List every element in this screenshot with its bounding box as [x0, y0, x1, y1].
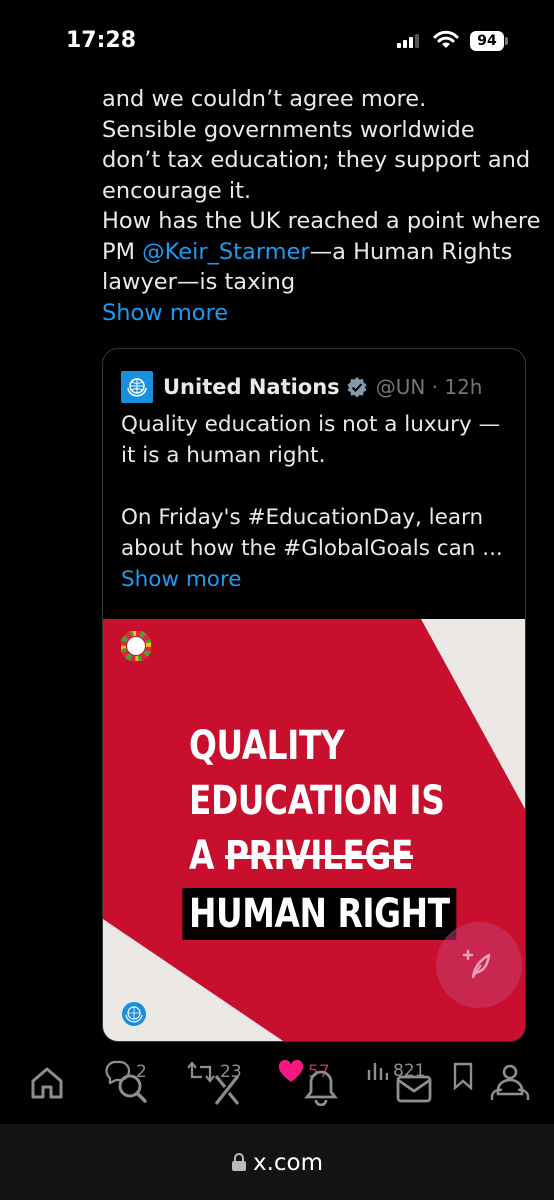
communities-icon[interactable] — [488, 1062, 532, 1104]
sdg-wheel-icon — [121, 631, 151, 661]
quoted-tweet-body: Quality education is not a luxury — it i… — [121, 409, 516, 595]
heart-icon — [278, 1060, 304, 1082]
poster-line: QUALITY — [189, 723, 345, 769]
action-bar: 2 23 57 821 — [0, 1044, 554, 1124]
quoted-author-name[interactable]: United Nations — [163, 375, 340, 399]
struck-word: PRIVILEGE — [224, 833, 414, 879]
browser-url-bar[interactable]: x.com — [0, 1124, 554, 1200]
tweet-line: Sensible governments worldwide — [102, 116, 475, 143]
lock-icon — [231, 1153, 246, 1171]
search-icon[interactable] — [110, 1070, 154, 1108]
status-bar: 17:28 94 — [0, 0, 554, 80]
quoted-tweet-header: United Nations @UN · 12h — [121, 371, 482, 403]
wifi-icon — [433, 30, 459, 48]
quoted-handle-time: @UN · 12h — [375, 375, 483, 399]
compose-button[interactable] — [436, 922, 522, 1008]
tweet-line: How has the UK reached a point where — [102, 208, 541, 234]
poster-line: EDUCATION IS — [189, 778, 445, 824]
battery-cap — [505, 37, 508, 45]
messages-envelope-icon[interactable] — [396, 1074, 432, 1104]
tweet-text-segment: —a Human Rights — [309, 238, 513, 265]
tweet-text-segment: PM — [102, 238, 143, 265]
tweet-line: PM @Keir_Starmer—a Human Rights — [102, 237, 542, 268]
url-text: x.com — [252, 1150, 324, 1176]
url-display[interactable]: x.com — [0, 1150, 554, 1176]
un-logo-icon — [122, 1002, 146, 1026]
grok-icon[interactable] — [212, 1074, 242, 1106]
views-chart-icon — [367, 1063, 388, 1080]
compose-feather-icon — [462, 949, 491, 979]
tweet-body: and we couldn’t agree more. Sensible gov… — [102, 84, 542, 328]
quoted-line: On Friday's #EducationDay, learn — [121, 505, 484, 530]
status-time: 17:28 — [66, 28, 137, 53]
notifications-bell-icon[interactable] — [304, 1068, 338, 1106]
quoted-line: it is a human right. — [121, 443, 326, 468]
tweet-line: encourage it. — [102, 177, 252, 204]
poster-line: A PRIVILEGE — [189, 829, 456, 884]
verified-badge-icon — [347, 377, 367, 398]
un-avatar[interactable] — [121, 371, 153, 403]
tweet-line: don’t tax education; they support and — [102, 147, 531, 173]
tweet-line: lawyer—is taxing — [102, 269, 296, 295]
quoted-line: Quality education is not a luxury — — [121, 412, 501, 437]
poster-headline: QUALITY EDUCATION IS A PRIVILEGE HUMAN R… — [182, 719, 457, 942]
show-more-link[interactable]: Show more — [102, 298, 542, 329]
quoted-show-more-link[interactable]: Show more — [121, 564, 516, 595]
quoted-line: about how the #GlobalGoals can ... — [121, 536, 503, 561]
poster-text-segment: A — [189, 833, 225, 879]
un-emblem-icon — [127, 378, 147, 397]
battery-indicator: 94 — [470, 31, 504, 51]
poster-highlight-line: HUMAN RIGHT — [182, 888, 457, 940]
mention-link[interactable]: @Keir_Starmer — [142, 239, 310, 265]
cellular-signal-icon — [397, 34, 419, 48]
tweet-line: and we couldn’t agree more. — [102, 86, 427, 112]
home-icon[interactable] — [28, 1064, 66, 1102]
bookmark-icon[interactable] — [452, 1062, 474, 1090]
